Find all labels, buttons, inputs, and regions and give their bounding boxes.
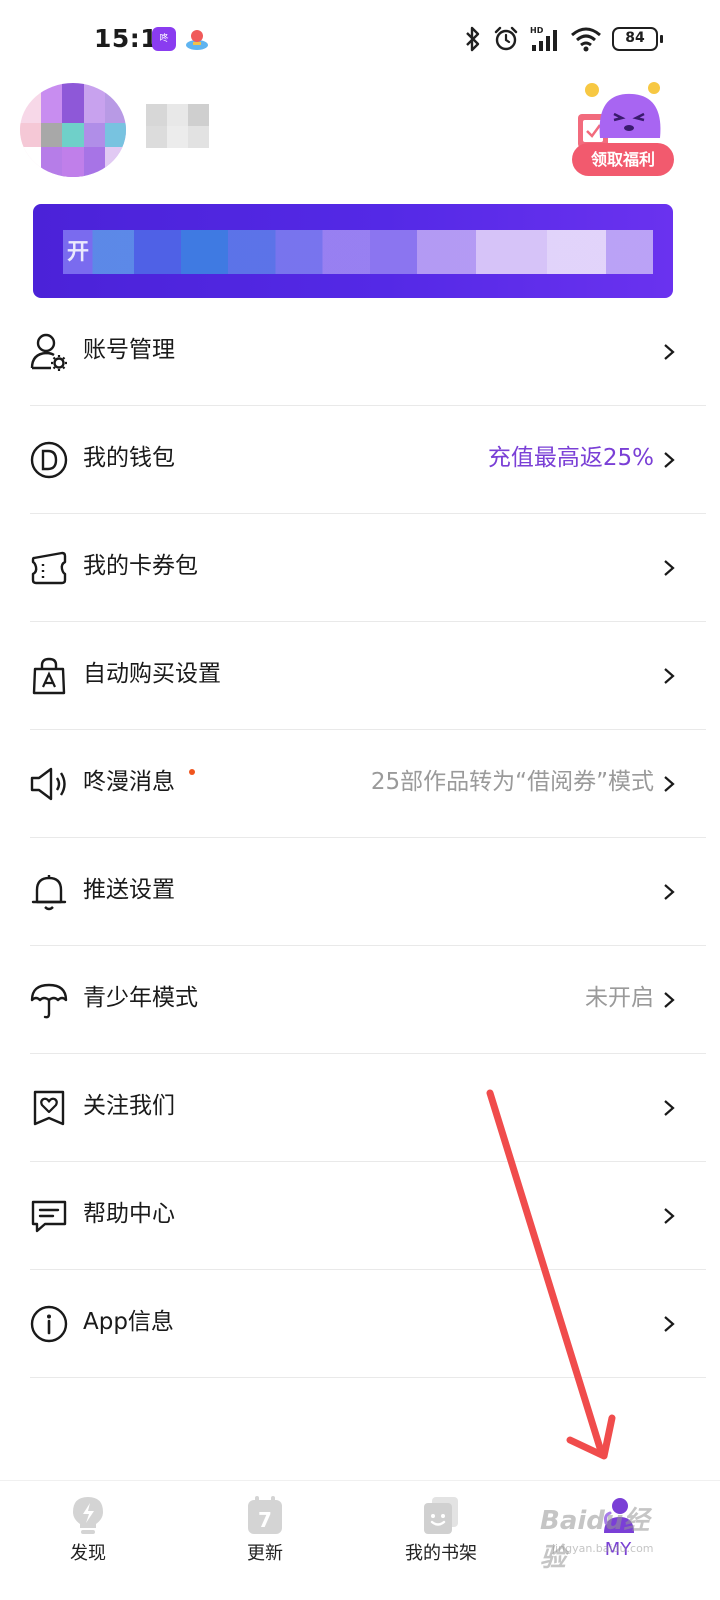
signal-hd-icon: HD: [530, 26, 557, 51]
calendar-icon: 7: [248, 1496, 282, 1534]
menu-item-push-settings[interactable]: 推送设置: [0, 838, 720, 946]
tab-label: 我的书架: [405, 1543, 477, 1564]
menu-item-wallet[interactable]: 我的钱包 充值最高返25%: [0, 406, 720, 514]
menu-label: 青少年模式: [83, 985, 198, 1011]
tab-bookshelf[interactable]: 我的书架: [381, 1481, 501, 1600]
chat-icon: [31, 1200, 67, 1233]
menu-item-help-center[interactable]: 帮助中心: [0, 1162, 720, 1270]
menu-item-auto-purchase[interactable]: 自动购买设置: [0, 622, 720, 730]
menu-label: 咚漫消息: [83, 769, 175, 795]
chevron-right-icon: [664, 884, 675, 900]
bluetooth-icon: [466, 26, 480, 52]
menu-label: 账号管理: [83, 337, 175, 363]
chevron-right-icon: [664, 992, 675, 1008]
svg-text:HD: HD: [530, 26, 544, 35]
space-app-icon: [186, 30, 208, 50]
watermark-url: jingyan.baidu.com: [552, 1542, 654, 1555]
chevron-right-icon: [664, 452, 675, 468]
menu-item-messages[interactable]: 咚漫消息 25部作品转为“借阅券”模式: [0, 730, 720, 838]
profile-header: 领取福利: [0, 80, 720, 200]
banner-blurred-content: [63, 230, 653, 274]
chevron-right-icon: [664, 1316, 675, 1332]
menu-label: 帮助中心: [83, 1201, 175, 1227]
chevron-right-icon: [664, 776, 675, 792]
banner-text-fragment: 开: [67, 240, 90, 265]
chevron-right-icon: [664, 560, 675, 576]
menu-item-app-info[interactable]: App信息: [0, 1270, 720, 1378]
wallet-promo-text: 充值最高返25%: [487, 445, 654, 471]
chevron-right-icon: [664, 1100, 675, 1116]
wifi-icon: [571, 27, 601, 52]
tab-updates[interactable]: 7 更新: [205, 1481, 325, 1600]
coupon-icon: [31, 551, 67, 585]
calendar-day: 7: [258, 1508, 272, 1532]
tab-label: 发现: [70, 1543, 106, 1564]
claim-benefits-button[interactable]: 领取福利: [572, 143, 674, 176]
menu-item-coupons[interactable]: 我的卡券包: [0, 514, 720, 622]
settings-menu: 账号管理 我的钱包 充值最高返25% 我的卡券包 自动购买设置 咚漫消息 25部…: [0, 298, 720, 1378]
alarm-icon: [494, 26, 518, 51]
menu-label: 自动购买设置: [83, 661, 221, 687]
bookshelf-icon: [424, 1497, 458, 1534]
avatar[interactable]: [20, 83, 126, 177]
watermark-brand: Baidu经验: [540, 1506, 650, 1573]
username-blurred[interactable]: [146, 104, 209, 148]
menu-item-account[interactable]: 账号管理: [0, 298, 720, 406]
menu-item-teen-mode[interactable]: 青少年模式 未开启: [0, 946, 720, 1054]
info-icon: [30, 1305, 68, 1343]
lightbulb-icon: [73, 1497, 103, 1534]
menu-label: 推送设置: [83, 877, 175, 903]
chevron-right-icon: [664, 668, 675, 684]
status-icons: HD 84: [464, 24, 663, 54]
messages-summary-text: 25部作品转为“借阅券”模式: [370, 769, 654, 795]
teen-mode-status: 未开启: [585, 985, 654, 1011]
menu-label: 我的卡券包: [83, 553, 198, 579]
battery-icon: 84: [612, 27, 663, 51]
status-bar: 15:11 咚 HD 84: [0, 0, 720, 80]
menu-label: 我的钱包: [83, 445, 175, 471]
unread-dot: [189, 769, 195, 775]
wallet-icon: [30, 441, 68, 479]
shopping-bag-icon: [32, 657, 66, 695]
menu-item-follow-us[interactable]: 关注我们: [0, 1054, 720, 1162]
chevron-right-icon: [664, 1208, 675, 1224]
account-settings-icon: [30, 333, 67, 371]
promo-banner[interactable]: 开: [33, 204, 673, 298]
chevron-right-icon: [664, 344, 675, 360]
menu-label: 关注我们: [83, 1093, 175, 1119]
bell-icon: [31, 875, 67, 911]
manga-app-icon: 咚: [152, 27, 176, 51]
speaker-icon: [30, 767, 66, 801]
umbrella-icon: [30, 983, 68, 1019]
baidu-watermark: Baidu经验 jingyan.baidu.com: [540, 1500, 670, 1573]
heart-bookmark-icon: [33, 1090, 65, 1126]
menu-label: App信息: [83, 1309, 174, 1335]
tab-label: 更新: [247, 1543, 283, 1564]
tab-discover[interactable]: 发现: [28, 1481, 148, 1600]
